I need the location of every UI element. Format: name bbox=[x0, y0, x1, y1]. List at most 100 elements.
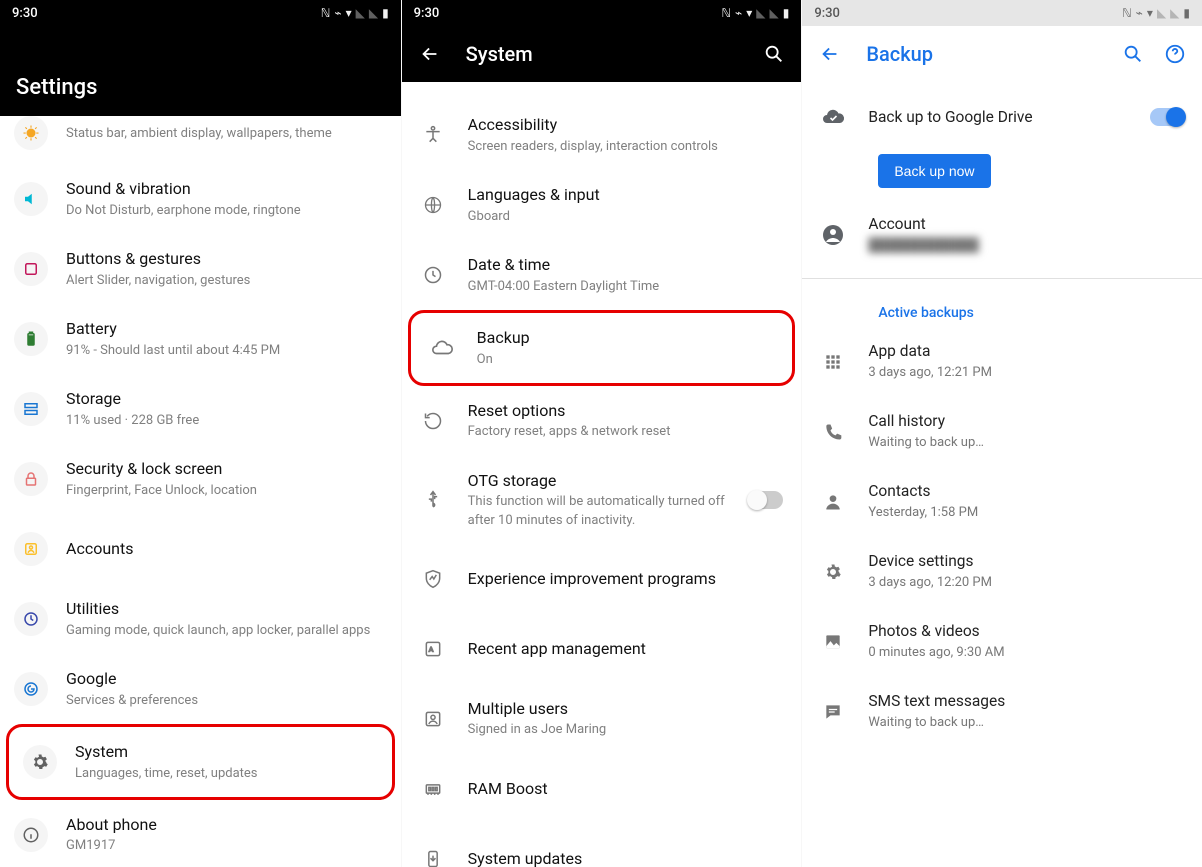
apps-icon bbox=[816, 345, 850, 379]
row-sms-text-messages[interactable]: SMS text messages Waiting to back up… bbox=[802, 677, 1202, 747]
row-sound-vibration[interactable]: Sound & vibrationDo Not Disturb, earphon… bbox=[0, 164, 401, 234]
account-row[interactable]: Account ████████████ bbox=[802, 200, 1202, 270]
backup-drive-label: Back up to Google Drive bbox=[868, 107, 1132, 128]
row-security-lock-screen[interactable]: Security & lock screenFingerprint, Face … bbox=[0, 444, 401, 514]
signal-icon: ◣ bbox=[369, 6, 378, 20]
status-bar: 9:30 ℕ ⌁ ▾ ◣ ◣ ▮ bbox=[402, 0, 802, 26]
row-title: Accessibility bbox=[468, 114, 784, 136]
row-subtitle: This function will be automatically turn… bbox=[468, 493, 732, 529]
wifi-icon: ▾ bbox=[746, 6, 752, 20]
row-accounts[interactable]: Accounts bbox=[0, 514, 401, 584]
battery-icon bbox=[14, 322, 48, 356]
row-subtitle: On bbox=[477, 351, 775, 369]
row-title: Storage bbox=[66, 388, 383, 410]
row-system[interactable]: System Languages, time, reset, updates bbox=[6, 724, 395, 800]
battery-status-icon: ▮ bbox=[1183, 6, 1190, 20]
back-button[interactable] bbox=[818, 42, 842, 66]
row-subtitle: GM1917 bbox=[66, 837, 383, 855]
row-title: Device settings bbox=[868, 551, 1184, 572]
back-button[interactable] bbox=[418, 42, 442, 66]
status-icons: ℕ ⌁ ▾ ◣ ◣ ▮ bbox=[721, 6, 789, 20]
gesture-icon bbox=[14, 252, 48, 286]
help-icon[interactable] bbox=[1164, 43, 1186, 65]
vibrate-icon: ⌁ bbox=[334, 6, 341, 20]
row-storage[interactable]: Storage11% used · 228 GB free bbox=[0, 374, 401, 444]
signal-icon: ◣ bbox=[756, 6, 765, 20]
clock-icon bbox=[416, 258, 450, 292]
vibrate-icon: ⌁ bbox=[735, 6, 742, 20]
row-title: Backup bbox=[477, 327, 775, 349]
accessibility-icon bbox=[416, 118, 450, 152]
signal-icon: ◣ bbox=[1157, 6, 1166, 20]
row-device-settings[interactable]: Device settings 3 days ago, 12:20 PM bbox=[802, 537, 1202, 607]
cloud-done-icon bbox=[816, 100, 850, 134]
row-title: System bbox=[75, 741, 374, 763]
row-experience-improvement-programs[interactable]: Experience improvement programs bbox=[402, 544, 802, 614]
row-subtitle: Waiting to back up… bbox=[868, 714, 1184, 732]
status-time: 9:30 bbox=[12, 6, 38, 21]
google-icon bbox=[14, 672, 48, 706]
backup-list: App data3 days ago, 12:21 PMCall history… bbox=[802, 327, 1202, 747]
row-title: Call history bbox=[868, 411, 1184, 432]
row-app-data[interactable]: App data3 days ago, 12:21 PM bbox=[802, 327, 1202, 397]
row-languages-input[interactable]: Languages & inputGboard bbox=[402, 170, 802, 240]
wifi-icon: ▾ bbox=[1147, 6, 1153, 20]
row-subtitle: Do Not Disturb, earphone mode, ringtone bbox=[66, 202, 383, 220]
row-subtitle: Gaming mode, quick launch, app locker, p… bbox=[66, 622, 383, 640]
reset-icon bbox=[416, 404, 450, 438]
battery-status-icon: ▮ bbox=[382, 6, 389, 20]
panel-backup: 9:30 ℕ ⌁ ▾ ◣ ◣ ▮ Backup Back up bbox=[801, 0, 1202, 867]
recent-icon: A bbox=[416, 632, 450, 666]
row-recent-app-management[interactable]: ARecent app management bbox=[402, 614, 802, 684]
backup-toggle[interactable] bbox=[1150, 108, 1184, 126]
settings-list: DisplayStatus bar, ambient display, wall… bbox=[0, 116, 401, 867]
row-buttons-gestures[interactable]: Buttons & gesturesAlert Slider, navigati… bbox=[0, 234, 401, 304]
backup-now-button[interactable]: Back up now bbox=[878, 154, 990, 188]
row-subtitle: 3 days ago, 12:20 PM bbox=[868, 574, 1184, 592]
row-title: Accounts bbox=[66, 538, 383, 560]
row-google[interactable]: GoogleServices & preferences bbox=[0, 654, 401, 724]
row-otg-storage[interactable]: OTG storageThis function will be automat… bbox=[402, 456, 802, 544]
globe-icon bbox=[416, 188, 450, 222]
row-multiple-users[interactable]: Multiple usersSigned in as Joe Maring bbox=[402, 684, 802, 754]
status-time: 9:30 bbox=[814, 6, 840, 21]
row-title: System updates bbox=[468, 848, 784, 867]
nfc-icon: ℕ bbox=[721, 6, 731, 20]
cloud-icon bbox=[425, 331, 459, 365]
row-backup[interactable]: Backup On bbox=[408, 310, 796, 386]
row-subtitle: Signed in as Joe Maring bbox=[468, 721, 784, 739]
phone-icon bbox=[816, 415, 850, 449]
row-battery[interactable]: Battery91% - Should last until about 4:4… bbox=[0, 304, 401, 374]
display-icon bbox=[14, 116, 48, 150]
search-icon[interactable] bbox=[763, 43, 785, 65]
person-icon bbox=[816, 485, 850, 519]
row-about-phone[interactable]: About phoneGM1917 bbox=[0, 800, 401, 867]
signal-icon: ◣ bbox=[356, 6, 365, 20]
row-title: Contacts bbox=[868, 481, 1184, 502]
row-date-time[interactable]: Date & timeGMT-04:00 Eastern Daylight Ti… bbox=[402, 240, 802, 310]
row-photos-videos[interactable]: Photos & videos0 minutes ago, 9:30 AM bbox=[802, 607, 1202, 677]
row-ram-boost[interactable]: RAM Boost bbox=[402, 754, 802, 824]
toggle[interactable] bbox=[749, 491, 783, 509]
shield-icon bbox=[416, 562, 450, 596]
active-backups-label: Active backups bbox=[802, 287, 1202, 327]
row-contacts[interactable]: ContactsYesterday, 1:58 PM bbox=[802, 467, 1202, 537]
system-header: System bbox=[402, 26, 802, 82]
status-icons: ℕ ⌁ ▾ ◣ ◣ ▮ bbox=[321, 6, 389, 20]
row-reset-options[interactable]: Reset optionsFactory reset, apps & netwo… bbox=[402, 386, 802, 456]
search-icon[interactable] bbox=[1122, 43, 1144, 65]
system-list: AccessibilityScreen readers, display, in… bbox=[402, 82, 802, 867]
backup-to-drive-row[interactable]: Back up to Google Drive bbox=[802, 82, 1202, 148]
row-system-updates[interactable]: System updates bbox=[402, 824, 802, 867]
row-accessibility[interactable]: AccessibilityScreen readers, display, in… bbox=[402, 100, 802, 170]
row-subtitle: Status bar, ambient display, wallpapers,… bbox=[66, 125, 383, 143]
page-title: Settings bbox=[16, 75, 97, 100]
row-call-history[interactable]: Call historyWaiting to back up… bbox=[802, 397, 1202, 467]
row-display[interactable]: DisplayStatus bar, ambient display, wall… bbox=[0, 116, 401, 164]
row-subtitle: Languages, time, reset, updates bbox=[75, 765, 374, 783]
row-title: SMS text messages bbox=[868, 691, 1184, 712]
row-title: Security & lock screen bbox=[66, 458, 383, 480]
row-utilities[interactable]: UtilitiesGaming mode, quick launch, app … bbox=[0, 584, 401, 654]
panel-system: 9:30 ℕ ⌁ ▾ ◣ ◣ ▮ System AccessibilityScr… bbox=[401, 0, 802, 867]
row-title: About phone bbox=[66, 814, 383, 836]
